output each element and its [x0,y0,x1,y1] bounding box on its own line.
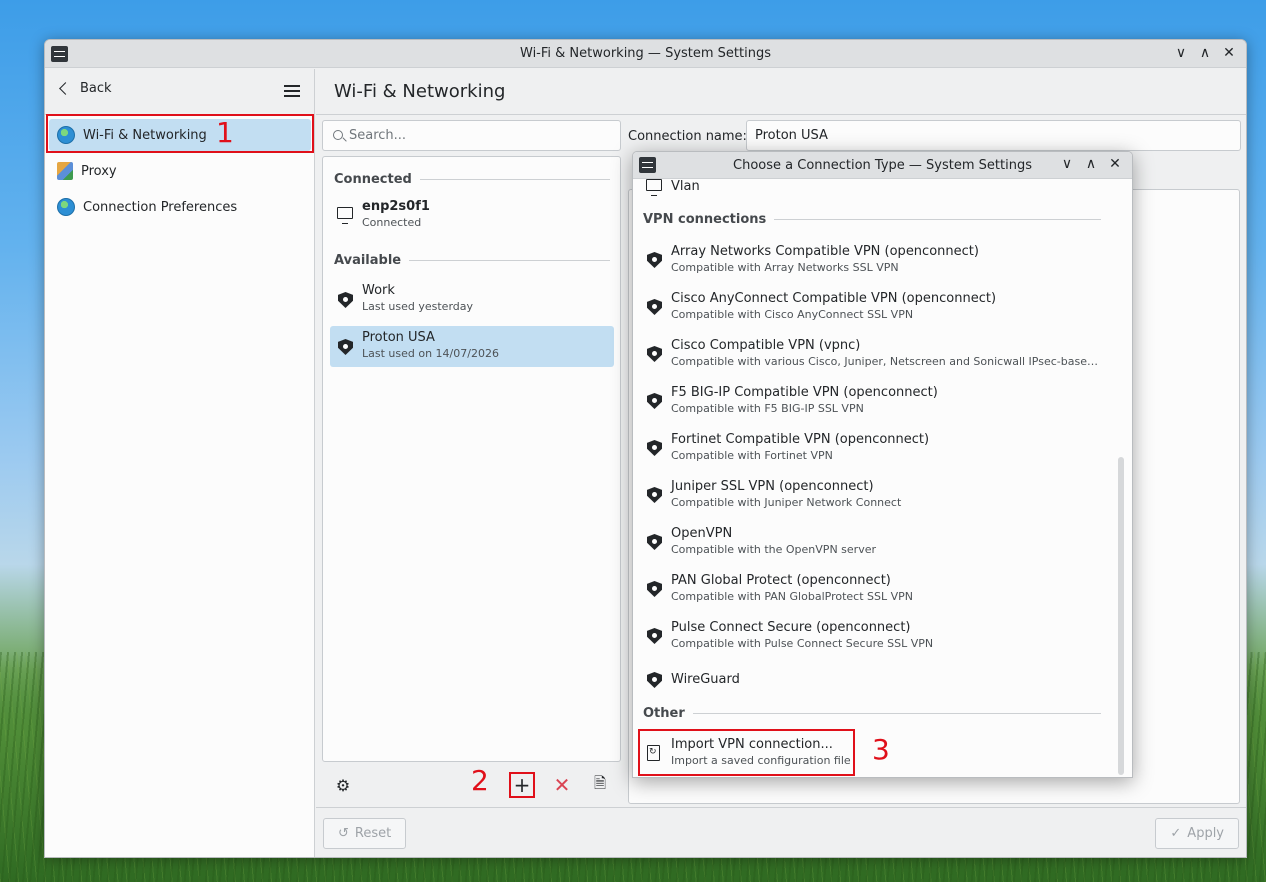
apply-button[interactable]: ✓ Apply [1155,818,1239,849]
item-name: Cisco Compatible VPN (vpnc) [671,338,861,353]
list-item-cisco-vpnc[interactable]: Cisco Compatible VPN (vpnc) Compatible w… [639,334,1101,374]
vpn-shield-icon [647,581,662,597]
connection-type-list: Vlan VPN connections Array Networks Comp… [633,179,1132,777]
add-connection-button[interactable]: + [509,772,535,798]
proxy-icon [57,162,73,180]
list-item-array-networks[interactable]: Array Networks Compatible VPN (openconne… [639,240,1101,280]
connection-status: Last used yesterday [362,300,474,313]
vpn-shield-icon [647,393,662,409]
list-item-work[interactable]: Work Last used yesterday [330,279,614,320]
sidebar-item-label: Proxy [81,163,117,179]
vpn-shield-icon [647,252,662,268]
vpn-shield-icon [338,339,353,355]
list-item-vlan[interactable]: Vlan [639,167,1101,207]
item-description: Compatible with Pulse Connect Secure SSL… [671,637,934,650]
connection-name: enp2s0f1 [362,199,430,214]
list-item-proton-usa[interactable]: Proton USA Last used on 14/07/2026 [330,326,614,367]
item-name: Pulse Connect Secure (openconnect) [671,620,911,635]
reset-button[interactable]: ↺ Reset [323,818,407,849]
item-name: Cisco AnyConnect Compatible VPN (opencon… [671,291,997,306]
vpn-shield-icon [647,440,662,456]
window-title: Wi-Fi & Networking — System Settings [520,46,771,61]
vpn-shield-icon [647,299,662,315]
vpn-shield-icon [647,346,662,362]
item-description: Compatible with Juniper Network Connect [671,496,902,509]
item-name: OpenVPN [671,526,733,541]
section-connected: Connected [334,172,610,187]
section-other: Other [643,706,1101,721]
item-description: Compatible with Cisco AnyConnect SSL VPN [671,308,914,321]
search-placeholder: Search... [349,128,407,143]
sidebar-item-connection-preferences[interactable]: Connection Preferences [49,191,311,223]
item-description: Compatible with Array Networks SSL VPN [671,261,899,274]
configure-sliders-icon[interactable]: ⚙ [330,772,356,798]
section-available: Available [334,253,610,268]
vpn-shield-icon [647,487,662,503]
wired-icon [337,207,353,224]
remove-connection-icon[interactable]: ✕ [549,772,575,798]
item-description: Compatible with Fortinet VPN [671,449,833,462]
list-item-wireguard[interactable]: WireGuard [639,660,1101,700]
list-item-juniper[interactable]: Juniper SSL VPN (openconnect) Compatible… [639,475,1101,515]
vpn-shield-icon [338,292,353,308]
connection-status: Last used on 14/07/2026 [362,347,499,360]
item-description: Compatible with the OpenVPN server [671,543,876,556]
search-input[interactable]: Search... [322,120,621,151]
connection-list: Connected enp2s0f1 Connected Available W… [322,156,621,762]
hamburger-menu-icon[interactable] [284,85,300,97]
window-titlebar[interactable]: Wi-Fi & Networking — System Settings ∨ ∧… [45,40,1246,68]
annotation-number-3: 3 [872,733,890,766]
back-label: Back [80,81,112,96]
list-item-f5-big-ip[interactable]: F5 BIG-IP Compatible VPN (openconnect) C… [639,381,1101,421]
section-vpn-connections: VPN connections [643,212,1101,227]
connection-name: Proton USA [362,330,435,345]
item-description: Compatible with PAN GlobalProtect SSL VP… [671,590,913,603]
connection-name-field[interactable]: Proton USA [746,120,1241,151]
export-file-icon[interactable]: 🗎 [587,772,613,798]
globe-icon [57,198,75,216]
minimize-icon[interactable]: ∨ [1172,44,1190,62]
connection-status: Connected [362,216,422,229]
maximize-icon[interactable]: ∧ [1196,44,1214,62]
annotation-number-1: 1 [216,116,234,149]
annotation-number-2: 2 [471,764,489,797]
list-item-fortinet[interactable]: Fortinet Compatible VPN (openconnect) Co… [639,428,1101,468]
vlan-icon [646,179,662,196]
footer-bar: ↺ Reset ✓ Apply [316,807,1246,857]
item-name: PAN Global Protect (openconnect) [671,573,891,588]
list-item-cisco-anyconnect[interactable]: Cisco AnyConnect Compatible VPN (opencon… [639,287,1101,327]
sidebar: Back Wi-Fi & Networking Proxy Connection… [45,69,315,857]
item-name: Juniper SSL VPN (openconnect) [671,479,874,494]
item-name: F5 BIG-IP Compatible VPN (openconnect) [671,385,938,400]
item-name: WireGuard [671,672,740,687]
list-item-openvpn[interactable]: OpenVPN Compatible with the OpenVPN serv… [639,522,1101,562]
back-button[interactable]: Back [59,81,112,96]
reset-icon: ↺ [338,826,349,841]
close-icon[interactable]: ✕ [1106,155,1124,173]
item-description: Compatible with various Cisco, Juniper, … [671,355,1101,368]
list-item-pulse-connect[interactable]: Pulse Connect Secure (openconnect) Compa… [639,616,1101,656]
choose-connection-type-dialog: Choose a Connection Type — System Settin… [632,151,1133,778]
search-icon [333,130,343,140]
item-name: Vlan [671,179,700,194]
list-item-pan-global-protect[interactable]: PAN Global Protect (openconnect) Compati… [639,569,1101,609]
close-icon[interactable]: ✕ [1220,44,1238,62]
sidebar-item-label: Connection Preferences [83,199,238,215]
highlight-box-1 [46,114,314,153]
connection-name: Work [362,283,395,298]
checkmark-icon: ✓ [1170,826,1182,841]
vpn-shield-icon [647,672,662,688]
dialog-scrollbar[interactable] [1118,457,1124,775]
list-item-enp2s0f1[interactable]: enp2s0f1 Connected [330,195,614,236]
connection-name-label: Connection name: [628,129,747,144]
item-name: Array Networks Compatible VPN (openconne… [671,244,979,259]
item-name: Fortinet Compatible VPN (openconnect) [671,432,930,447]
vpn-shield-icon [647,628,662,644]
sidebar-item-proxy[interactable]: Proxy [49,155,311,187]
vpn-shield-icon [647,534,662,550]
chevron-left-icon [59,82,72,95]
highlight-box-3 [638,729,855,776]
page-title: Wi-Fi & Networking [316,69,1246,115]
item-description: Compatible with F5 BIG-IP SSL VPN [671,402,864,415]
